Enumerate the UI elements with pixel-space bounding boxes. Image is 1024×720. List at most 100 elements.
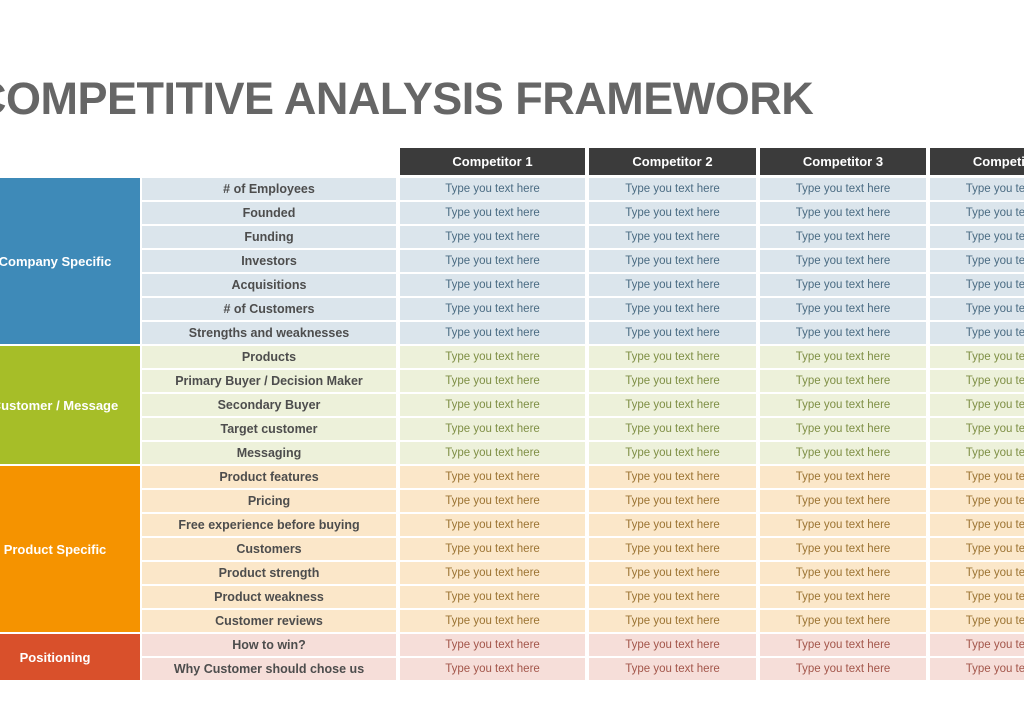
cell-input-r2-c3[interactable]: Type you text here: [760, 226, 926, 248]
row-label: Strengths and weaknesses: [142, 322, 396, 344]
cell-input-r6-c1[interactable]: Type you text here: [400, 322, 585, 344]
cell-input-r11-c3[interactable]: Type you text here: [760, 442, 926, 464]
cell-input-r11-c1[interactable]: Type you text here: [400, 442, 585, 464]
cell-input-r11-c2[interactable]: Type you text here: [589, 442, 756, 464]
cell-input-r19-c1[interactable]: Type you text here: [400, 634, 585, 656]
table-row: Products Type you text here Type you text …: [142, 346, 1024, 368]
cell-input-r6-c4[interactable]: Type you text here: [930, 322, 1024, 344]
row-label: # of Customers: [142, 298, 396, 320]
cell-input-r10-c1[interactable]: Type you text here: [400, 418, 585, 440]
cell-input-r14-c2[interactable]: Type you text here: [589, 514, 756, 536]
cell-input-r14-c4[interactable]: Type you text here: [930, 514, 1024, 536]
cell-input-r2-c1[interactable]: Type you text here: [400, 226, 585, 248]
cell-input-r15-c3[interactable]: Type you text here: [760, 538, 926, 560]
cell-input-r18-c1[interactable]: Type you text here: [400, 610, 585, 632]
cell-input-r10-c4[interactable]: Type you text here: [930, 418, 1024, 440]
cell-input-r16-c1[interactable]: Type you text here: [400, 562, 585, 584]
cell-input-r7-c2[interactable]: Type you text here: [589, 346, 756, 368]
column-header-competitor-4[interactable]: Competitor 4: [930, 148, 1024, 175]
cell-input-r13-c3[interactable]: Type you text here: [760, 490, 926, 512]
cell-input-r2-c4[interactable]: Type you text here: [930, 226, 1024, 248]
row-label: Secondary Buyer: [142, 394, 396, 416]
cell-input-r17-c2[interactable]: Type you text here: [589, 586, 756, 608]
column-header-competitor-3[interactable]: Competitor 3: [760, 148, 926, 175]
cell-input-r20-c4[interactable]: Type you text here: [930, 658, 1024, 680]
cell-input-r3-c4[interactable]: Type you text here: [930, 250, 1024, 272]
cell-input-r4-c1[interactable]: Type you text here: [400, 274, 585, 296]
cell-input-r19-c4[interactable]: Type you text here: [930, 634, 1024, 656]
cell-input-r18-c3[interactable]: Type you text here: [760, 610, 926, 632]
row-label: Product weakness: [142, 586, 396, 608]
cell-input-r10-c2[interactable]: Type you text here: [589, 418, 756, 440]
cell-input-r8-c4[interactable]: Type you text here: [930, 370, 1024, 392]
cell-input-r0-c4[interactable]: Type you text here: [930, 178, 1024, 200]
cell-input-r3-c3[interactable]: Type you text here: [760, 250, 926, 272]
cell-input-r13-c1[interactable]: Type you text here: [400, 490, 585, 512]
cell-input-r8-c1[interactable]: Type you text here: [400, 370, 585, 392]
cell-input-r10-c3[interactable]: Type you text here: [760, 418, 926, 440]
cell-input-r20-c3[interactable]: Type you text here: [760, 658, 926, 680]
cell-input-r16-c4[interactable]: Type you text here: [930, 562, 1024, 584]
cell-input-r1-c2[interactable]: Type you text here: [589, 202, 756, 224]
cell-input-r5-c1[interactable]: Type you text here: [400, 298, 585, 320]
cell-input-r17-c1[interactable]: Type you text here: [400, 586, 585, 608]
cell-input-r7-c3[interactable]: Type you text here: [760, 346, 926, 368]
cell-input-r3-c2[interactable]: Type you text here: [589, 250, 756, 272]
cell-input-r7-c1[interactable]: Type you text here: [400, 346, 585, 368]
cell-input-r15-c4[interactable]: Type you text here: [930, 538, 1024, 560]
cell-input-r20-c2[interactable]: Type you text here: [589, 658, 756, 680]
cell-input-r12-c4[interactable]: Type you text here: [930, 466, 1024, 488]
cell-input-r12-c2[interactable]: Type you text here: [589, 466, 756, 488]
cell-input-r3-c1[interactable]: Type you text here: [400, 250, 585, 272]
cell-input-r13-c4[interactable]: Type you text here: [930, 490, 1024, 512]
table-row: Customer reviews Type you text here Type y…: [142, 610, 1024, 632]
cell-input-r16-c3[interactable]: Type you text here: [760, 562, 926, 584]
cell-input-r5-c2[interactable]: Type you text here: [589, 298, 756, 320]
cell-input-r13-c2[interactable]: Type you text here: [589, 490, 756, 512]
cell-input-r12-c1[interactable]: Type you text here: [400, 466, 585, 488]
cell-input-r20-c1[interactable]: Type you text here: [400, 658, 585, 680]
row-label: Why Customer should chose us: [142, 658, 396, 680]
cell-input-r14-c3[interactable]: Type you text here: [760, 514, 926, 536]
cell-input-r15-c2[interactable]: Type you text here: [589, 538, 756, 560]
cell-input-r6-c3[interactable]: Type you text here: [760, 322, 926, 344]
cell-input-r1-c4[interactable]: Type you text here: [930, 202, 1024, 224]
cell-input-r1-c3[interactable]: Type you text here: [760, 202, 926, 224]
cell-input-r0-c1[interactable]: Type you text here: [400, 178, 585, 200]
cell-input-r4-c4[interactable]: Type you text here: [930, 274, 1024, 296]
column-header-competitor-1[interactable]: Competitor 1: [400, 148, 585, 175]
cell-input-r4-c3[interactable]: Type you text here: [760, 274, 926, 296]
cell-input-r4-c2[interactable]: Type you text here: [589, 274, 756, 296]
table-row: Target customer Type you text here Type yo…: [142, 418, 1024, 440]
table-row: Secondary Buyer Type you text here Type yo…: [142, 394, 1024, 416]
cell-input-r19-c3[interactable]: Type you text here: [760, 634, 926, 656]
cell-input-r9-c2[interactable]: Type you text here: [589, 394, 756, 416]
cell-input-r6-c2[interactable]: Type you text here: [589, 322, 756, 344]
table-row: Customers Type you text here Type you text…: [142, 538, 1024, 560]
row-label: Investors: [142, 250, 396, 272]
cell-input-r1-c1[interactable]: Type you text here: [400, 202, 585, 224]
cell-input-r9-c4[interactable]: Type you text here: [930, 394, 1024, 416]
cell-input-r9-c1[interactable]: Type you text here: [400, 394, 585, 416]
cell-input-r7-c4[interactable]: Type you text here: [930, 346, 1024, 368]
cell-input-r18-c2[interactable]: Type you text here: [589, 610, 756, 632]
cell-input-r2-c2[interactable]: Type you text here: [589, 226, 756, 248]
cell-input-r18-c4[interactable]: Type you text here: [930, 610, 1024, 632]
cell-input-r9-c3[interactable]: Type you text here: [760, 394, 926, 416]
cell-input-r8-c3[interactable]: Type you text here: [760, 370, 926, 392]
cell-input-r19-c2[interactable]: Type you text here: [589, 634, 756, 656]
cell-input-r5-c4[interactable]: Type you text here: [930, 298, 1024, 320]
cell-input-r17-c3[interactable]: Type you text here: [760, 586, 926, 608]
cell-input-r8-c2[interactable]: Type you text here: [589, 370, 756, 392]
cell-input-r15-c1[interactable]: Type you text here: [400, 538, 585, 560]
cell-input-r17-c4[interactable]: Type you text here: [930, 586, 1024, 608]
cell-input-r5-c3[interactable]: Type you text here: [760, 298, 926, 320]
cell-input-r0-c3[interactable]: Type you text here: [760, 178, 926, 200]
cell-input-r0-c2[interactable]: Type you text here: [589, 178, 756, 200]
cell-input-r11-c4[interactable]: Type you text here: [930, 442, 1024, 464]
cell-input-r14-c1[interactable]: Type you text here: [400, 514, 585, 536]
table-row: # of Customers Type you text here Type you…: [142, 298, 1024, 320]
cell-input-r16-c2[interactable]: Type you text here: [589, 562, 756, 584]
column-header-competitor-2[interactable]: Competitor 2: [589, 148, 756, 175]
cell-input-r12-c3[interactable]: Type you text here: [760, 466, 926, 488]
